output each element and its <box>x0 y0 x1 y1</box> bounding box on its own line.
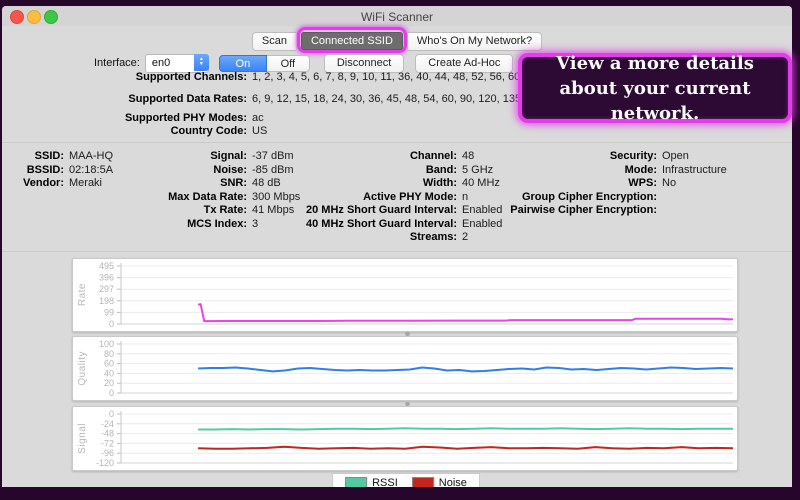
svg-text:60: 60 <box>104 359 114 369</box>
group-cipher-row: Group Cipher Encryption: <box>492 191 727 205</box>
wps-row: WPS:No <box>492 177 727 191</box>
noise-row: Noise:-85 dBm <box>102 164 300 178</box>
width-row: Width:40 MHz <box>292 177 502 191</box>
tab-scan[interactable]: Scan <box>252 32 296 51</box>
mcs-index-row: MCS Index:3 <box>102 218 300 232</box>
supported-phy-modes-value: ac <box>252 112 264 124</box>
stepper-arrows-icon: ▲▼ <box>194 54 209 71</box>
signal-chart: 0-24-48-72-96-120 <box>73 407 737 470</box>
noise-swatch-icon <box>412 477 434 487</box>
mode-row: Mode:Infrastructure <box>492 164 727 178</box>
interface-toolbar: Interface: en0 ▲▼ On Off Disconnect Crea… <box>94 53 524 73</box>
tutorial-highlight-ring: Connected SSID <box>297 27 407 53</box>
legend-item-noise: Noise <box>412 477 467 488</box>
interface-label: Interface: <box>94 57 140 69</box>
power-segment: On Off <box>219 55 310 72</box>
country-code-row: Country Code: US <box>2 125 267 137</box>
legend-item-rssi: RSSI <box>345 477 398 488</box>
quality-chart-panel: Quality 100806040200 <box>72 336 738 401</box>
rssi-swatch-icon <box>345 477 367 487</box>
details-column-signal: Signal:-37 dBm Noise:-85 dBm SNR:48 dB M… <box>102 150 300 231</box>
svg-text:297: 297 <box>99 284 114 294</box>
on-button[interactable]: On <box>219 55 267 72</box>
bssid-row: BSSID:02:18:5A <box>2 164 113 178</box>
svg-text:0: 0 <box>109 388 114 398</box>
tutorial-tooltip-text: View a more details about your current n… <box>522 51 788 126</box>
sgi40-row: 40 MHz Short Guard Interval:Enabled <box>292 218 502 232</box>
svg-text:0: 0 <box>109 409 114 419</box>
tab-connected-ssid[interactable]: Connected SSID <box>301 32 403 50</box>
title-bar: WiFi Scanner <box>2 6 792 26</box>
sgi20-row: 20 MHz Short Guard Interval:Enabled <box>292 204 502 218</box>
disconnect-button[interactable]: Disconnect <box>324 54 404 73</box>
section-divider <box>2 142 792 143</box>
tx-rate-row: Tx Rate:41 Mbps <box>102 204 300 218</box>
channel-row: Channel:48 <box>292 150 502 164</box>
details-column-security: Security:Open Mode:Infrastructure WPS:No… <box>492 150 727 218</box>
supported-data-rates-label: Supported Data Rates: <box>2 93 252 105</box>
svg-text:396: 396 <box>99 273 114 283</box>
tab-whos-on-my-network[interactable]: Who's On My Network? <box>408 32 542 51</box>
svg-text:198: 198 <box>99 296 114 306</box>
window-title: WiFi Scanner <box>2 10 792 24</box>
section-divider <box>2 251 792 252</box>
svg-text:0: 0 <box>109 319 114 329</box>
svg-text:40: 40 <box>104 368 114 378</box>
svg-text:-120: -120 <box>96 458 114 468</box>
svg-text:495: 495 <box>99 261 114 271</box>
interface-select[interactable]: en0 ▲▼ <box>145 54 209 73</box>
svg-text:-48: -48 <box>101 429 114 439</box>
svg-text:-96: -96 <box>101 448 114 458</box>
create-adhoc-button[interactable]: Create Ad-Hoc <box>415 54 513 73</box>
signal-row: Signal:-37 dBm <box>102 150 300 164</box>
country-code-label: Country Code: <box>2 125 252 137</box>
details-column-identity: SSID:MAA-HQ BSSID:02:18:5A Vendor:Meraki <box>2 150 113 191</box>
svg-text:-24: -24 <box>101 419 114 429</box>
svg-text:80: 80 <box>104 349 114 359</box>
supported-channels-label: Supported Channels: <box>2 71 252 83</box>
band-row: Band:5 GHz <box>292 164 502 178</box>
country-code-value: US <box>252 125 267 137</box>
ssid-row: SSID:MAA-HQ <box>2 150 113 164</box>
rate-chart: 495 396297 19899 0 <box>73 259 737 331</box>
svg-text:99: 99 <box>104 307 114 317</box>
security-row: Security:Open <box>492 150 727 164</box>
signal-chart-panel: Signal 0-24-48-72-96-120 <box>72 406 738 471</box>
quality-chart: 100806040200 <box>73 337 737 400</box>
signal-legend: RSSI Noise <box>332 473 480 487</box>
off-button[interactable]: Off <box>267 55 310 72</box>
vendor-row: Vendor:Meraki <box>2 177 113 191</box>
supported-phy-modes-row: Supported PHY Modes: ac <box>2 112 264 124</box>
max-data-rate-row: Max Data Rate:300 Mbps <box>102 191 300 205</box>
pairwise-cipher-row: Pairwise Cipher Encryption: <box>492 204 727 218</box>
snr-row: SNR:48 dB <box>102 177 300 191</box>
rate-chart-panel: Rate 495396297198990 <box>72 258 738 332</box>
details-column-channel: Channel:48 Band:5 GHz Width:40 MHz Activ… <box>292 150 502 245</box>
active-phy-mode-row: Active PHY Mode:n <box>292 191 502 205</box>
svg-text:20: 20 <box>104 378 114 388</box>
svg-text:-72: -72 <box>101 438 114 448</box>
tutorial-tooltip: View a more details about your current n… <box>518 53 792 123</box>
svg-text:100: 100 <box>99 339 114 349</box>
streams-row: Streams:2 <box>292 231 502 245</box>
supported-phy-modes-label: Supported PHY Modes: <box>2 112 252 124</box>
